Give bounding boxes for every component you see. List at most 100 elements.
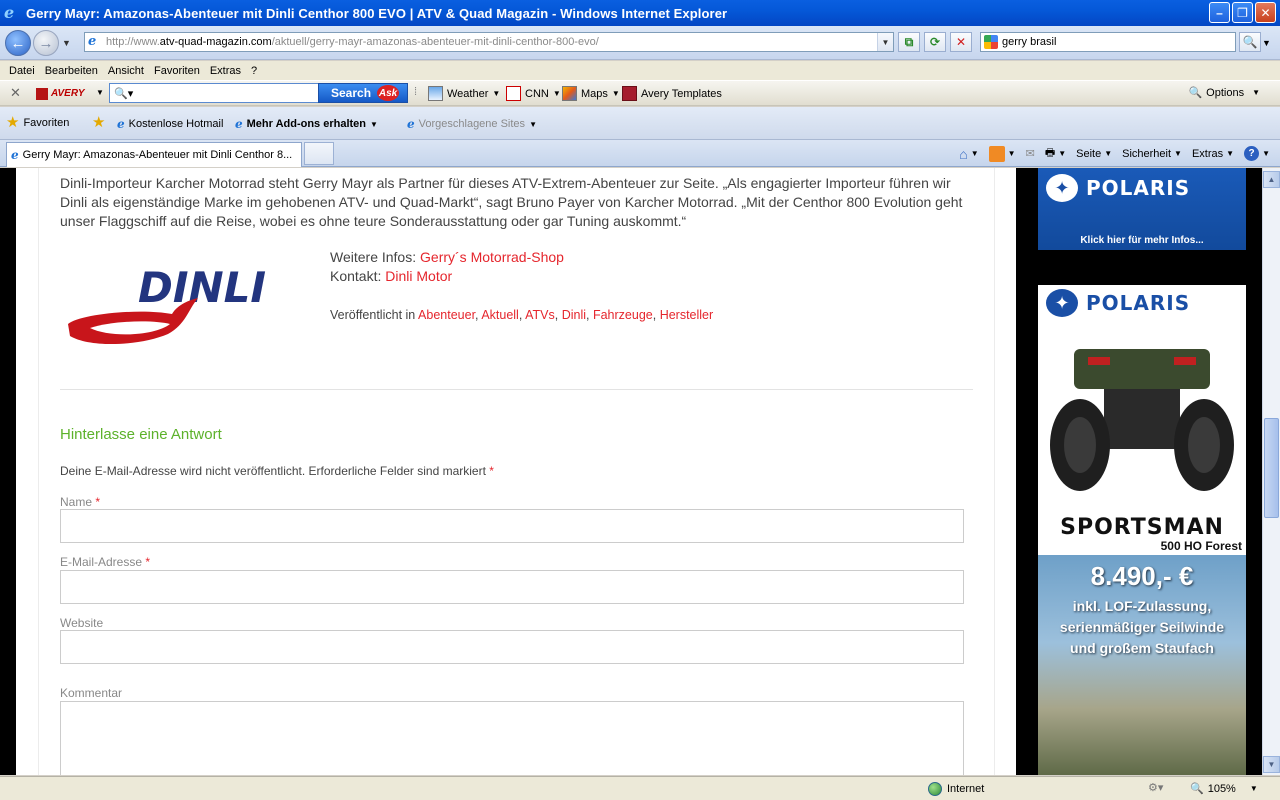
fav-hotmail-link[interactable]: e Kostenlose Hotmail xyxy=(117,117,223,131)
section-divider xyxy=(60,389,973,390)
new-tab-button[interactable] xyxy=(304,142,334,165)
security-zone[interactable]: Internet xyxy=(928,782,984,796)
polaris-star-icon: ✦ xyxy=(1046,174,1078,202)
avery-dropdown-icon[interactable]: ▼ xyxy=(96,88,104,97)
refresh-button[interactable]: ⟳ xyxy=(924,32,946,52)
ask-search-input[interactable]: 🔍▾ xyxy=(109,83,319,103)
category-link[interactable]: ATVs xyxy=(525,308,555,322)
window-title: Gerry Mayr: Amazonas-Abenteuer mit Dinli… xyxy=(26,5,728,21)
search-input-value[interactable]: gerry brasil xyxy=(1002,36,1056,48)
recent-pages-dropdown-icon[interactable]: ▼ xyxy=(62,38,71,48)
maps-button[interactable]: Maps ▼ xyxy=(562,86,620,101)
polaris-ad-top[interactable]: ✦ POLARIS Klick hier für mehr Infos... xyxy=(1038,168,1246,250)
page-menu[interactable]: Seite ▼ xyxy=(1076,148,1112,160)
dinli-logo: DINLI xyxy=(60,252,312,352)
vertical-scrollbar[interactable]: ▲ ▼ xyxy=(1262,168,1280,775)
weather-button[interactable]: Weather ▼ xyxy=(428,86,500,101)
internet-explorer-icon: e xyxy=(4,3,15,22)
security-menu[interactable]: Sicherheit ▼ xyxy=(1122,148,1182,160)
fav-suggested-sites-link[interactable]: e Vorgeschlagene Sites ▼ xyxy=(407,117,537,131)
comment-textarea[interactable] xyxy=(60,701,964,775)
article-infos: Weitere Infos: Gerry´s Motorrad-Shop Kon… xyxy=(330,248,564,286)
close-window-button[interactable]: ✕ xyxy=(1255,2,1276,23)
ad-model: SPORTSMAN xyxy=(1060,515,1224,540)
compatibility-view-icon[interactable]: ⧉ xyxy=(898,32,920,52)
category-link[interactable]: Dinli xyxy=(562,308,586,322)
read-mail-button[interactable]: ✉ xyxy=(1026,147,1035,160)
menu-favorites[interactable]: Favoriten xyxy=(149,65,205,77)
comment-label: Kommentar xyxy=(60,686,123,700)
motorrad-shop-link[interactable]: Gerry´s Motorrad-Shop xyxy=(420,249,564,265)
add-favorite-icon[interactable]: ★ xyxy=(92,115,105,130)
website-label: Website xyxy=(60,616,104,630)
category-link[interactable]: Abenteuer xyxy=(418,308,475,322)
status-bar: Internet ⚙▾ 🔍 105% ▼ xyxy=(0,776,1280,800)
favorites-bar: ★ Favoriten ★ e Kostenlose Hotmail e Meh… xyxy=(0,107,1280,140)
menu-view[interactable]: Ansicht xyxy=(103,65,149,77)
back-button[interactable]: ← xyxy=(5,30,31,56)
avery-templates-icon xyxy=(622,86,637,101)
options-dropdown-icon: ▼ xyxy=(1252,88,1260,97)
search-button[interactable]: 🔍 xyxy=(1239,32,1261,52)
options-button[interactable]: 🔍 Options ▼ xyxy=(1188,86,1260,100)
menu-edit[interactable]: Bearbeiten xyxy=(40,65,103,77)
cnn-button[interactable]: CNN ▼ xyxy=(506,86,561,101)
fav-addons-link[interactable]: e Mehr Add-ons erhalten ▼ xyxy=(235,117,378,131)
page-viewport: Dinli-Importeur Karcher Motorrad steht G… xyxy=(0,168,1280,775)
favorites-button[interactable]: ★ Favoriten xyxy=(6,115,69,130)
menu-help[interactable]: ? xyxy=(246,65,262,77)
forward-button[interactable]: → xyxy=(33,30,59,56)
avery-logo-icon xyxy=(36,87,48,100)
home-button[interactable]: ⌂ ▼ xyxy=(959,146,978,162)
zoom-control[interactable]: 🔍 105% ▼ xyxy=(1190,782,1258,796)
content-divider xyxy=(38,168,39,775)
menu-file[interactable]: Datei xyxy=(4,65,40,77)
ask-search-button[interactable]: Search Ask xyxy=(318,83,408,103)
atv-image xyxy=(1044,333,1240,513)
menu-tools[interactable]: Extras xyxy=(205,65,246,77)
polaris-sportsman-ad[interactable]: ✦ POLARIS SPORTSMAN 500 HO Forest 8.490,… xyxy=(1038,285,1246,775)
category-link[interactable]: Aktuell xyxy=(481,308,519,322)
search-options-dropdown-icon[interactable]: ▼ xyxy=(1262,38,1271,48)
command-bar: ⌂ ▼ ▼ ✉ 🖶 ▼ Seite ▼ Sicherheit ▼ Extras ▼ ? ▼ xyxy=(959,144,1270,163)
ie-page-icon: e xyxy=(235,117,243,131)
address-url[interactable]: http://www.atv-quad-magazin.com/aktuell/… xyxy=(106,36,599,48)
category-link[interactable]: Fahrzeuge xyxy=(593,308,653,322)
ad-cta: Klick hier für mehr Infos... xyxy=(1080,235,1204,246)
suggested-sites-icon: e xyxy=(407,117,415,131)
maps-icon xyxy=(562,86,577,101)
scroll-thumb[interactable] xyxy=(1264,418,1279,518)
dinli-motor-link[interactable]: Dinli Motor xyxy=(385,268,452,284)
email-field[interactable] xyxy=(60,570,964,604)
scroll-down-arrow-icon[interactable]: ▼ xyxy=(1263,756,1280,773)
reply-heading: Hinterlasse eine Antwort xyxy=(60,426,222,443)
search-field[interactable]: gerry brasil xyxy=(980,32,1236,52)
page-content: Dinli-Importeur Karcher Motorrad steht G… xyxy=(16,168,1016,775)
options-icon: 🔍 xyxy=(1188,87,1203,99)
cnn-dropdown-icon: ▼ xyxy=(552,89,561,98)
close-toolbar-icon[interactable]: ✕ xyxy=(10,85,21,101)
address-dropdown-icon[interactable]: ▼ xyxy=(877,33,893,51)
feeds-button[interactable]: ▼ xyxy=(988,145,1016,162)
maximize-button[interactable]: ❐ xyxy=(1232,2,1253,23)
cnn-icon xyxy=(506,86,521,101)
avery-templates-button[interactable]: Avery Templates xyxy=(622,86,722,101)
tab-active[interactable]: e Gerry Mayr: Amazonas-Abenteuer mit Din… xyxy=(6,142,302,167)
category-link[interactable]: Hersteller xyxy=(660,308,714,322)
extras-menu[interactable]: Extras ▼ xyxy=(1192,148,1234,160)
scroll-up-arrow-icon[interactable]: ▲ xyxy=(1263,171,1280,188)
google-search-provider-icon xyxy=(984,35,998,49)
magnifier-icon: 🔍▾ xyxy=(114,87,134,100)
contact-row: Kontakt: Dinli Motor xyxy=(330,268,453,284)
minimize-button[interactable]: – xyxy=(1209,2,1230,23)
name-field[interactable] xyxy=(60,509,964,543)
website-field[interactable] xyxy=(60,630,964,664)
avery-logo[interactable]: AVERY xyxy=(36,86,85,101)
address-field[interactable]: e http://www.atv-quad-magazin.com/aktuel… xyxy=(84,32,894,52)
protected-mode-icon[interactable]: ⚙▾ xyxy=(1148,781,1163,794)
help-button[interactable]: ? ▼ xyxy=(1244,146,1270,161)
print-button[interactable]: 🖶 ▼ xyxy=(1045,144,1066,163)
weather-icon xyxy=(428,86,443,101)
polaris-brand: POLARIS xyxy=(1086,291,1191,315)
stop-button[interactable]: ✕ xyxy=(950,32,972,52)
